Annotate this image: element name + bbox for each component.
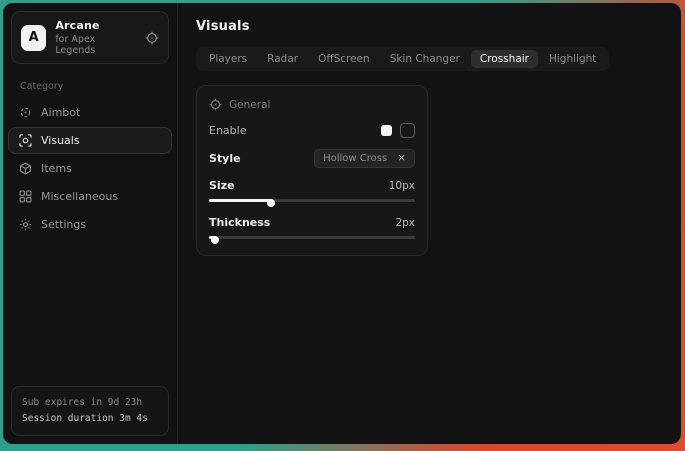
sidebar-item-aimbot[interactable]: Aimbot bbox=[8, 99, 172, 126]
thickness-slider-fill bbox=[209, 236, 215, 239]
thickness-slider-thumb[interactable] bbox=[211, 236, 219, 244]
cube-icon bbox=[19, 162, 32, 175]
brand-subtitle: for Apex Legends bbox=[55, 34, 136, 56]
tab-offscreen[interactable]: OffScreen bbox=[309, 50, 379, 68]
tab-players[interactable]: Players bbox=[200, 50, 256, 68]
visuals-tabbar: Players Radar OffScreen Skin Changer Cro… bbox=[196, 47, 609, 71]
size-label: Size bbox=[209, 179, 235, 192]
subscription-info-card: Sub expires in 9d 23h Session duration 3… bbox=[11, 386, 169, 436]
sidebar-item-label: Settings bbox=[41, 218, 86, 231]
panel-title: General bbox=[229, 99, 270, 111]
target-icon[interactable] bbox=[145, 31, 159, 45]
thickness-slider[interactable] bbox=[209, 234, 415, 241]
sidebar-item-label: Visuals bbox=[41, 134, 80, 147]
brand-card: A Arcane for Apex Legends bbox=[11, 11, 169, 64]
app-logo: A bbox=[21, 25, 46, 51]
sidebar-item-settings[interactable]: Settings bbox=[8, 211, 172, 238]
app-window: A Arcane for Apex Legends Category Aimbo… bbox=[3, 3, 681, 444]
sidebar-item-label: Items bbox=[41, 162, 72, 175]
gear-icon bbox=[19, 218, 32, 231]
tab-highlight[interactable]: Highlight bbox=[540, 50, 605, 68]
sidebar-item-items[interactable]: Items bbox=[8, 155, 172, 182]
brand-title: Arcane bbox=[55, 19, 136, 32]
clear-icon[interactable]: × bbox=[397, 153, 406, 164]
main-content: Visuals Players Radar OffScreen Skin Cha… bbox=[178, 3, 681, 444]
brand-text: Arcane for Apex Legends bbox=[55, 19, 136, 56]
general-panel: General Enable Style Hollow Cross × Size… bbox=[196, 85, 428, 256]
tab-crosshair[interactable]: Crosshair bbox=[471, 50, 538, 68]
size-slider[interactable] bbox=[209, 197, 415, 204]
sidebar-item-label: Aimbot bbox=[41, 106, 80, 119]
sidebar-item-visuals[interactable]: Visuals bbox=[8, 127, 172, 154]
crosshair-icon bbox=[19, 106, 32, 119]
panel-header: General bbox=[209, 98, 415, 111]
style-row: Style Hollow Cross × bbox=[209, 149, 415, 168]
grid-icon bbox=[19, 190, 32, 203]
sidebar-item-label: Miscellaneous bbox=[41, 190, 118, 203]
visuals-scan-icon bbox=[19, 134, 32, 147]
tab-radar[interactable]: Radar bbox=[258, 50, 307, 68]
enable-row: Enable bbox=[209, 123, 415, 138]
size-value: 10px bbox=[389, 180, 415, 192]
size-slider-fill bbox=[209, 199, 271, 202]
thickness-value: 2px bbox=[395, 217, 415, 229]
sidebar-item-miscellaneous[interactable]: Miscellaneous bbox=[8, 183, 172, 210]
crosshair-settings-icon bbox=[209, 98, 222, 111]
page-title: Visuals bbox=[196, 19, 663, 34]
thickness-row: Thickness 2px bbox=[209, 216, 415, 229]
thickness-label: Thickness bbox=[209, 216, 270, 229]
style-select-value: Hollow Cross bbox=[323, 153, 387, 164]
enable-checkbox[interactable] bbox=[400, 123, 415, 138]
color-swatch[interactable] bbox=[381, 125, 392, 136]
style-select[interactable]: Hollow Cross × bbox=[314, 149, 415, 168]
sidebar: A Arcane for Apex Legends Category Aimbo… bbox=[3, 3, 178, 444]
session-duration-text: Session duration 3m 4s bbox=[22, 411, 158, 427]
enable-label: Enable bbox=[209, 124, 246, 137]
style-label: Style bbox=[209, 152, 241, 165]
size-slider-thumb[interactable] bbox=[267, 199, 275, 207]
enable-controls bbox=[381, 123, 415, 138]
thickness-slider-track[interactable] bbox=[209, 236, 415, 239]
sub-expires-text: Sub expires in 9d 23h bbox=[22, 395, 158, 411]
tab-skin-changer[interactable]: Skin Changer bbox=[381, 50, 469, 68]
size-row: Size 10px bbox=[209, 179, 415, 192]
category-label: Category bbox=[20, 81, 177, 92]
